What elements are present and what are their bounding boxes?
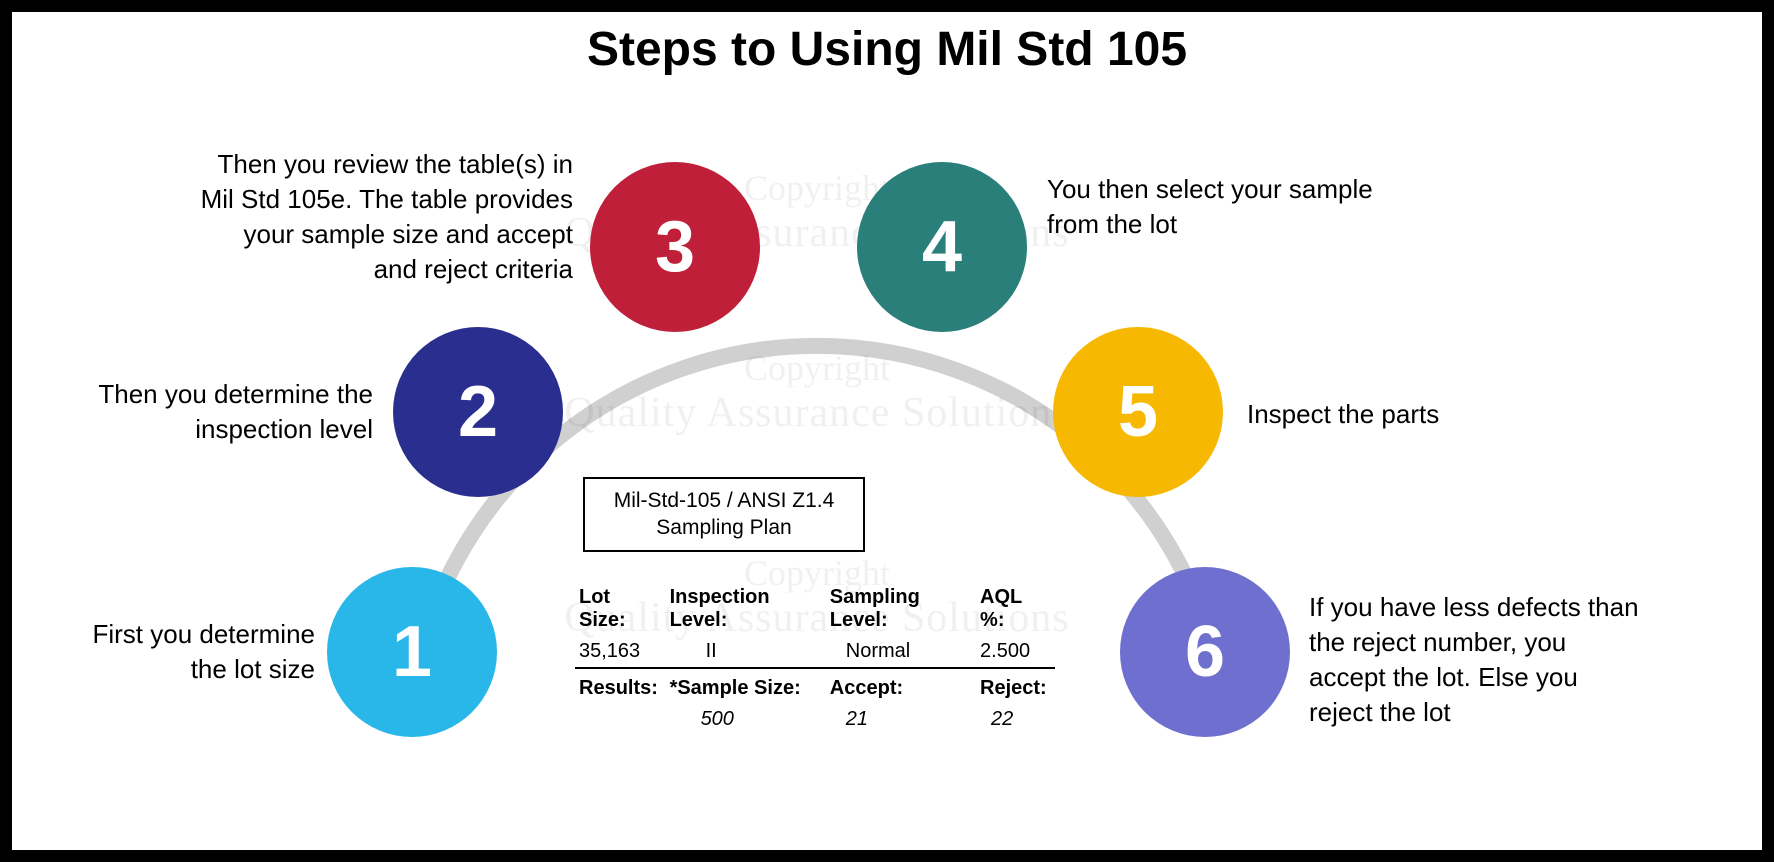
step-number: 4 (922, 206, 962, 288)
step-circle-4: 4 (857, 162, 1027, 332)
step-label-6: If you have less defects than the reject… (1309, 590, 1639, 730)
step-number: 1 (392, 611, 432, 693)
step-number: 6 (1185, 611, 1225, 693)
sampling-plan-panel: Mil-Std-105 / ANSI Z1.4 Sampling Plan Lo… (575, 477, 1055, 735)
step-label-1: First you determine the lot size (57, 617, 315, 687)
step-label-4: You then select your sample from the lot (1047, 172, 1397, 242)
panel-title: Mil-Std-105 / ANSI Z1.4 Sampling Plan (583, 477, 865, 552)
step-number: 2 (458, 371, 498, 453)
diagram-frame: Steps to Using Mil Std 105 Copyright Qua… (0, 0, 1774, 862)
step-circle-2: 2 (393, 327, 563, 497)
step-number: 3 (655, 206, 695, 288)
step-circle-1: 1 (327, 567, 497, 737)
aql-value: 2.500 (976, 636, 1055, 668)
sample-size-value: 500 (666, 704, 826, 735)
inspection-level-label: Inspection Level: (666, 582, 826, 636)
sampling-level-value: Normal (826, 636, 976, 668)
sampling-level-label: Sampling Level: (826, 582, 976, 636)
page-title: Steps to Using Mil Std 105 (12, 22, 1762, 77)
lot-size-value: 35,163 (575, 636, 666, 668)
watermark: Copyright Quality Assurance Solutions (517, 347, 1117, 437)
step-label-2: Then you determine the inspection level (70, 377, 373, 447)
inspection-level-value: II (666, 636, 826, 668)
reject-value: 22 (976, 704, 1055, 735)
step-label-3: Then you review the table(s) in Mil Std … (200, 147, 573, 287)
reject-label: Reject: (976, 668, 1055, 704)
accept-value: 21 (826, 704, 976, 735)
sampling-plan-table: Lot Size: Inspection Level: Sampling Lev… (575, 582, 1055, 735)
step-label-5: Inspect the parts (1247, 397, 1547, 432)
lot-size-label: Lot Size: (575, 582, 666, 636)
step-number: 5 (1118, 371, 1158, 453)
step-circle-6: 6 (1120, 567, 1290, 737)
step-circle-5: 5 (1053, 327, 1223, 497)
sample-size-label: *Sample Size: (666, 668, 826, 704)
aql-label: AQL %: (976, 582, 1055, 636)
step-circle-3: 3 (590, 162, 760, 332)
accept-label: Accept: (826, 668, 976, 704)
results-label: Results: (575, 668, 666, 704)
